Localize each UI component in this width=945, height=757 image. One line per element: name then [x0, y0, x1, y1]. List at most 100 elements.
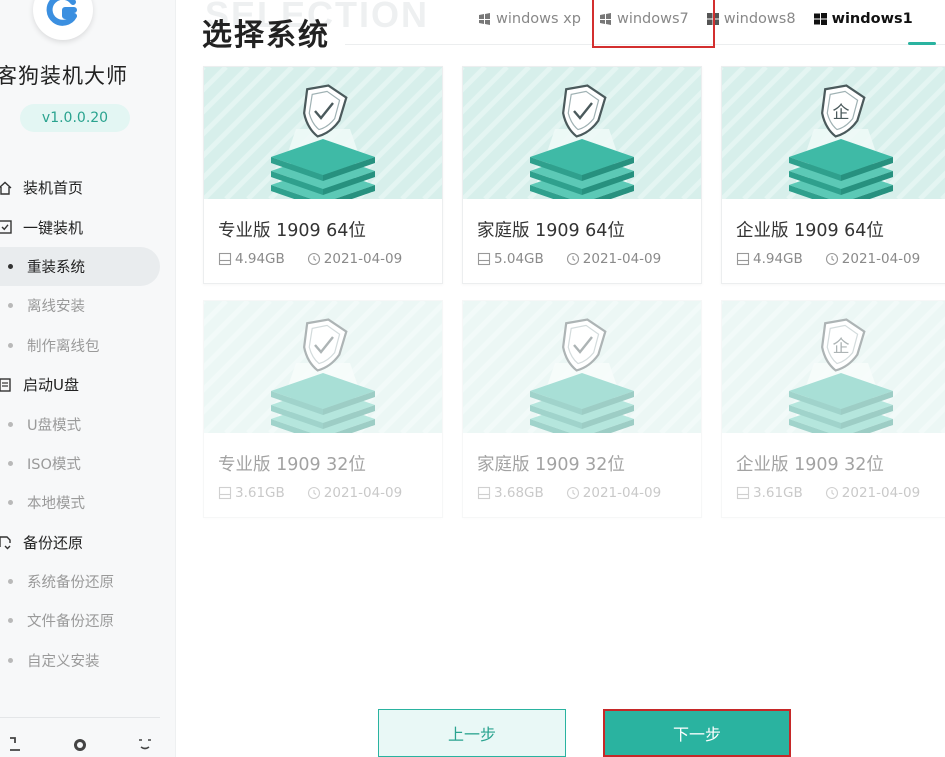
- home-icon: [0, 180, 13, 196]
- sidebar-item-label: ISO模式: [27, 456, 81, 473]
- system-illustration: [204, 67, 442, 199]
- system-thumbnail: [463, 67, 701, 199]
- sidebar-item-home[interactable]: 装机首页: [0, 168, 175, 207]
- sidebar-item-one-click-install[interactable]: 一键装机: [0, 207, 175, 246]
- system-name: 企业版 1909 32位: [736, 455, 884, 475]
- sidebar-item-system-backup[interactable]: 系统备份还原: [0, 562, 175, 601]
- tools-icon[interactable]: [0, 734, 30, 754]
- bullet-icon: [8, 263, 13, 269]
- usb-icon: [0, 377, 13, 393]
- system-card[interactable]: 家庭版 1909 64位 5.04GB 2021-04-09: [462, 66, 702, 284]
- active-tab-indicator: [908, 42, 936, 45]
- system-date: 2021-04-09: [582, 251, 662, 267]
- system-date: 2021-04-09: [323, 251, 403, 267]
- tab-windows-xp[interactable]: windows xp: [478, 2, 581, 36]
- clock-icon: [825, 252, 839, 266]
- sidebar-item-backup-restore[interactable]: 备份还原: [0, 523, 175, 562]
- sidebar-item-label: 本地模式: [27, 496, 85, 513]
- sidebar-item-iso-mode[interactable]: ISO模式: [0, 444, 175, 483]
- bullet-icon: [8, 460, 13, 466]
- system-size: 4.94GB: [235, 251, 285, 267]
- system-card[interactable]: 企 企业版 1909 32位 3.61GB 2021-04-09: [721, 300, 945, 518]
- sidebar-item-make-offline-package[interactable]: 制作离线包: [0, 326, 175, 365]
- sidebar-menu: 装机首页 一键装机 重装系统 离线安装 制作离线包 启动U盘 U盘模式 ISO模…: [0, 168, 175, 680]
- clock-icon: [566, 486, 580, 500]
- backup-icon: [0, 534, 13, 550]
- disk-icon: [477, 252, 491, 266]
- system-name: 专业版 1909 32位: [218, 455, 366, 475]
- support-icon[interactable]: [65, 734, 95, 754]
- bullet-icon: [8, 342, 13, 348]
- bullet-icon: [8, 303, 13, 309]
- sidebar-item-offline-install[interactable]: 离线安装: [0, 286, 175, 325]
- system-size: 3.61GB: [753, 485, 803, 501]
- clock-icon: [825, 486, 839, 500]
- badge-text: 企: [833, 337, 850, 357]
- version-badge: v1.0.0.20: [20, 104, 130, 132]
- tab-windows10[interactable]: windows1: [813, 2, 913, 36]
- sidebar-item-label: 离线安装: [27, 299, 85, 316]
- system-thumbnail: [204, 67, 442, 199]
- system-card[interactable]: 专业版 1909 64位 4.94GB 2021-04-09: [203, 66, 443, 284]
- system-size: 3.68GB: [494, 485, 544, 501]
- disk-icon: [477, 486, 491, 500]
- sidebar-item-custom-install[interactable]: 自定义安装: [0, 641, 175, 680]
- system-meta: 3.68GB 2021-04-09: [477, 485, 661, 501]
- tab-label: windows7: [616, 11, 689, 27]
- sidebar-item-reinstall-system[interactable]: 重装系统: [0, 246, 160, 287]
- tab-windows7[interactable]: windows7: [599, 2, 689, 36]
- previous-step-button[interactable]: 上一步: [378, 709, 566, 757]
- system-date: 2021-04-09: [841, 485, 921, 501]
- clock-icon: [566, 252, 580, 266]
- checkbox-icon: [0, 219, 13, 235]
- sidebar-item-label: 制作离线包: [27, 338, 100, 355]
- system-name: 家庭版 1909 64位: [477, 221, 625, 241]
- system-date: 2021-04-09: [841, 251, 921, 267]
- tab-label: windows1: [831, 11, 913, 27]
- sidebar-item-label: U盘模式: [27, 417, 82, 434]
- feedback-icon[interactable]: [130, 734, 160, 754]
- system-illustration: 企: [722, 301, 945, 433]
- sidebar-item-label: 重装系统: [27, 259, 85, 276]
- system-card[interactable]: 家庭版 1909 32位 3.68GB 2021-04-09: [462, 300, 702, 518]
- windows-xp-icon: [478, 13, 491, 25]
- windows-7-icon: [599, 13, 612, 25]
- sidebar-item-local-mode[interactable]: 本地模式: [0, 483, 175, 522]
- sidebar-divider: [0, 717, 160, 718]
- disk-icon: [218, 252, 232, 266]
- system-size: 4.94GB: [753, 251, 803, 267]
- system-meta: 4.94GB 2021-04-09: [218, 251, 402, 267]
- clock-icon: [307, 252, 321, 266]
- system-meta: 5.04GB 2021-04-09: [477, 251, 661, 267]
- disk-icon: [218, 486, 232, 500]
- system-date: 2021-04-09: [582, 485, 662, 501]
- system-meta: 3.61GB 2021-04-09: [218, 485, 402, 501]
- system-card[interactable]: 企 企业版 1909 64位 4.94GB 2021-04-09: [721, 66, 945, 284]
- page-title: 选择系统: [202, 18, 330, 53]
- logo-icon: [46, 0, 77, 26]
- sidebar-item-usb-mode[interactable]: U盘模式: [0, 404, 175, 443]
- os-tabs: windows xp windows7 windows8 windows1: [478, 2, 931, 36]
- system-card[interactable]: 专业版 1909 32位 3.61GB 2021-04-09: [203, 300, 443, 518]
- sidebar-footer: [0, 734, 164, 754]
- sidebar-item-boot-usb[interactable]: 启动U盘: [0, 365, 175, 404]
- clock-icon: [307, 486, 321, 500]
- tab-windows8[interactable]: windows8: [706, 2, 796, 36]
- header-divider: [345, 44, 945, 45]
- sidebar-item-file-backup[interactable]: 文件备份还原: [0, 601, 175, 640]
- tab-label: windows8: [723, 11, 796, 27]
- badge-text: 企: [833, 103, 850, 123]
- windows-10-icon: [813, 13, 827, 25]
- bullet-icon: [8, 618, 13, 624]
- system-illustration: [463, 67, 701, 199]
- bullet-icon: [8, 500, 13, 506]
- system-date: 2021-04-09: [323, 485, 403, 501]
- system-name: 专业版 1909 64位: [218, 221, 366, 241]
- sidebar: 客狗装机大师 v1.0.0.20 装机首页 一键装机 重装系统 离线安装 制作离…: [0, 0, 176, 757]
- system-illustration: [204, 301, 442, 433]
- app-name: 客狗装机大师: [0, 64, 128, 88]
- next-step-button[interactable]: 下一步: [603, 709, 791, 757]
- bullet-icon: [8, 579, 13, 585]
- disk-icon: [736, 486, 750, 500]
- app-logo: [33, 0, 93, 40]
